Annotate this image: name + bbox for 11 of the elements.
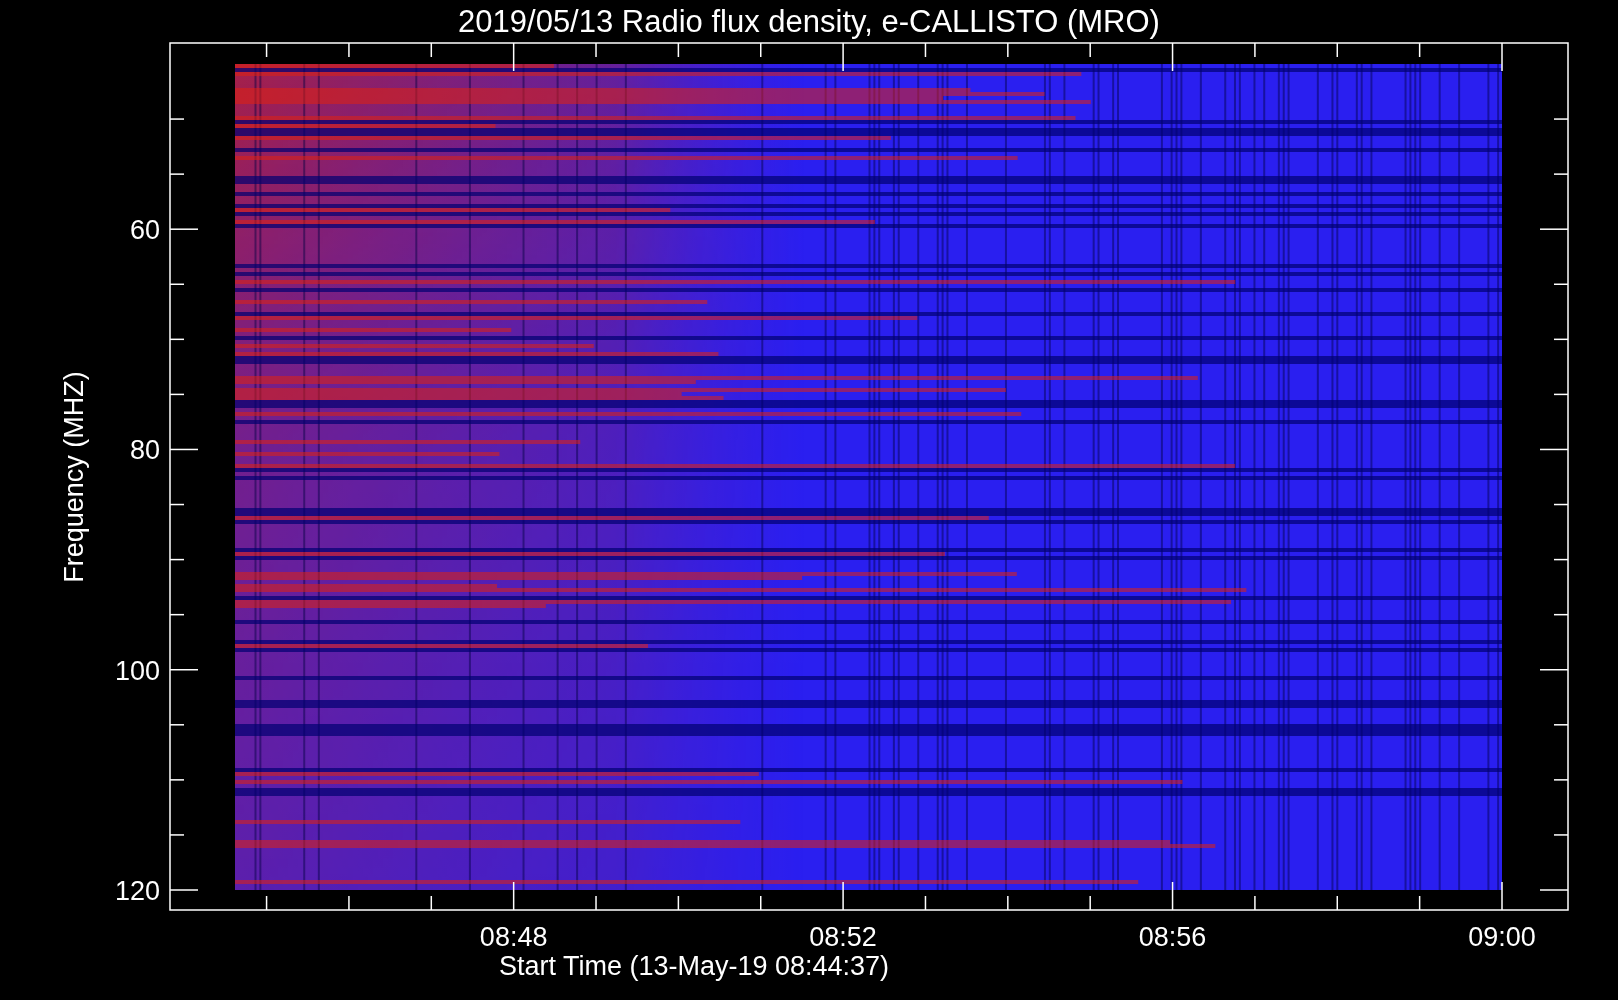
axis-label: Start Time (13-May-19 08:44:37) — [498, 951, 890, 981]
tick-label: 08:48 — [479, 922, 548, 952]
tick-label: 120 — [114, 876, 160, 906]
tick-label: 08:52 — [809, 922, 877, 952]
tick-label: 100 — [114, 655, 160, 686]
tick-label: 80 — [129, 435, 160, 466]
chart-title: 2019/05/13 Radio flux density, e-CALLISTO (MRO) — [458, 4, 1160, 39]
tick-label: 09:00 — [1468, 922, 1536, 952]
tick-label: 08:56 — [1138, 922, 1207, 952]
axis-label: Frequency (MHZ) — [59, 371, 89, 583]
tick-label: 60 — [129, 215, 160, 246]
